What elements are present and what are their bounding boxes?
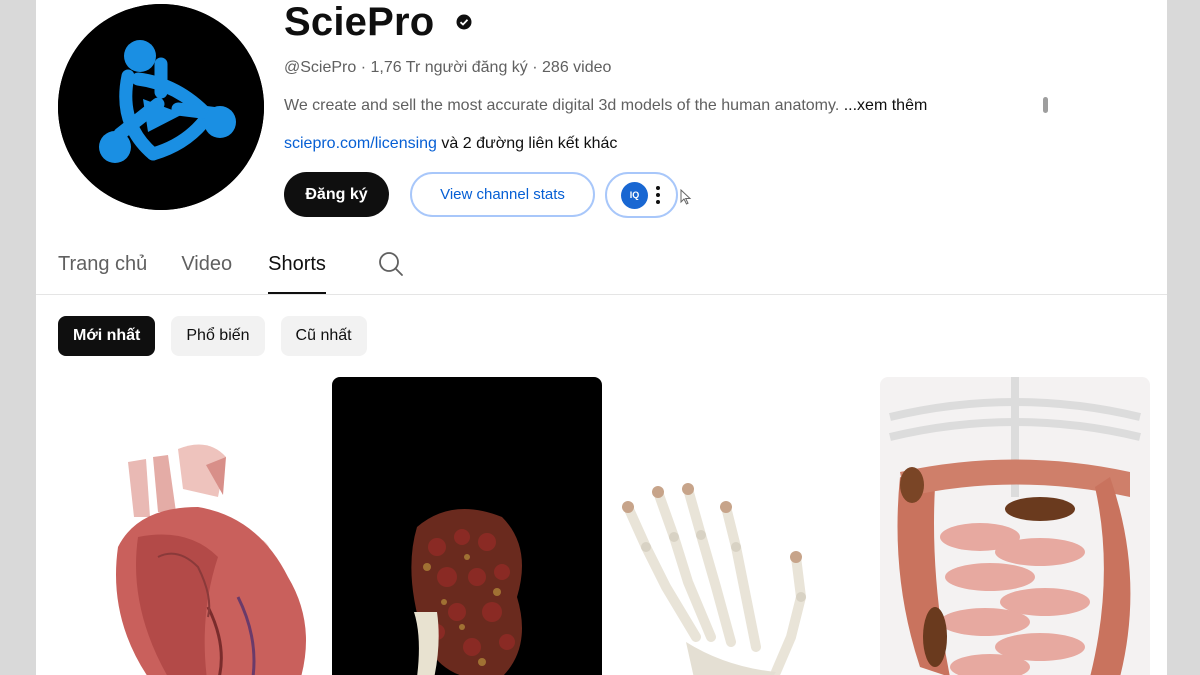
other-links-text[interactable]: và 2 đường liên kết khác <box>437 135 617 152</box>
extension-logo-icon: IQ <box>621 181 648 209</box>
channel-meta: @SciePro · 1,76 Tr người đăng ký · 286 v… <box>284 58 611 78</box>
short-thumbnail-kidney[interactable] <box>332 377 602 675</box>
intestines-thumbnail-icon <box>880 377 1150 675</box>
subscribe-button[interactable]: Đăng ký <box>284 172 389 217</box>
chip-newest[interactable]: Mới nhất <box>58 316 156 356</box>
hand-thumbnail-icon <box>606 377 876 675</box>
tab-shorts[interactable]: Shorts <box>268 250 326 294</box>
view-channel-stats-button[interactable]: View channel stats <box>410 172 595 217</box>
video-count: 286 video <box>542 59 612 76</box>
short-thumbnail-intestines[interactable] <box>880 377 1150 675</box>
channel-description[interactable]: We create and sell the most accurate dig… <box>284 96 927 116</box>
more-options-icon[interactable] <box>656 186 660 204</box>
heart-thumbnail-icon <box>58 377 328 675</box>
meta-separator: · <box>532 59 543 76</box>
channel-avatar[interactable] <box>58 4 264 210</box>
channel-links: sciepro.com/licensing và 2 đường liên kế… <box>284 134 617 154</box>
chip-oldest[interactable]: Cũ nhất <box>280 316 367 356</box>
licensing-link[interactable]: sciepro.com/licensing <box>284 135 437 152</box>
subscriber-count: 1,76 Tr người đăng ký <box>370 59 528 76</box>
search-icon[interactable] <box>378 251 404 277</box>
channel-title: SciePro <box>284 0 435 44</box>
kidney-thumbnail-icon <box>332 377 602 675</box>
channel-handle: @SciePro <box>284 59 357 76</box>
short-thumbnail-heart[interactable] <box>58 377 328 675</box>
tab-home[interactable]: Trang chủ <box>58 250 147 294</box>
tab-videos[interactable]: Video <box>181 250 232 294</box>
channel-page: SciePro @SciePro · 1,76 Tr người đăng ký… <box>36 0 1167 675</box>
meta-separator: · <box>360 59 371 76</box>
more-link[interactable]: ...xem thêm <box>844 97 928 114</box>
short-thumbnail-hand[interactable] <box>606 377 876 675</box>
tabs-divider <box>36 294 1167 295</box>
extension-button[interactable]: IQ <box>605 172 678 218</box>
verified-badge-icon <box>456 14 472 30</box>
sort-chips: Mới nhất Phổ biến Cũ nhất <box>58 316 367 356</box>
sciepro-logo-icon <box>58 4 264 210</box>
scrollbar-thumb[interactable] <box>1043 97 1048 113</box>
description-text: We create and sell the most accurate dig… <box>284 97 844 114</box>
channel-tabs: Trang chủ Video Shorts <box>58 250 326 294</box>
mouse-cursor-icon <box>680 189 692 205</box>
chip-popular[interactable]: Phổ biến <box>171 316 265 356</box>
